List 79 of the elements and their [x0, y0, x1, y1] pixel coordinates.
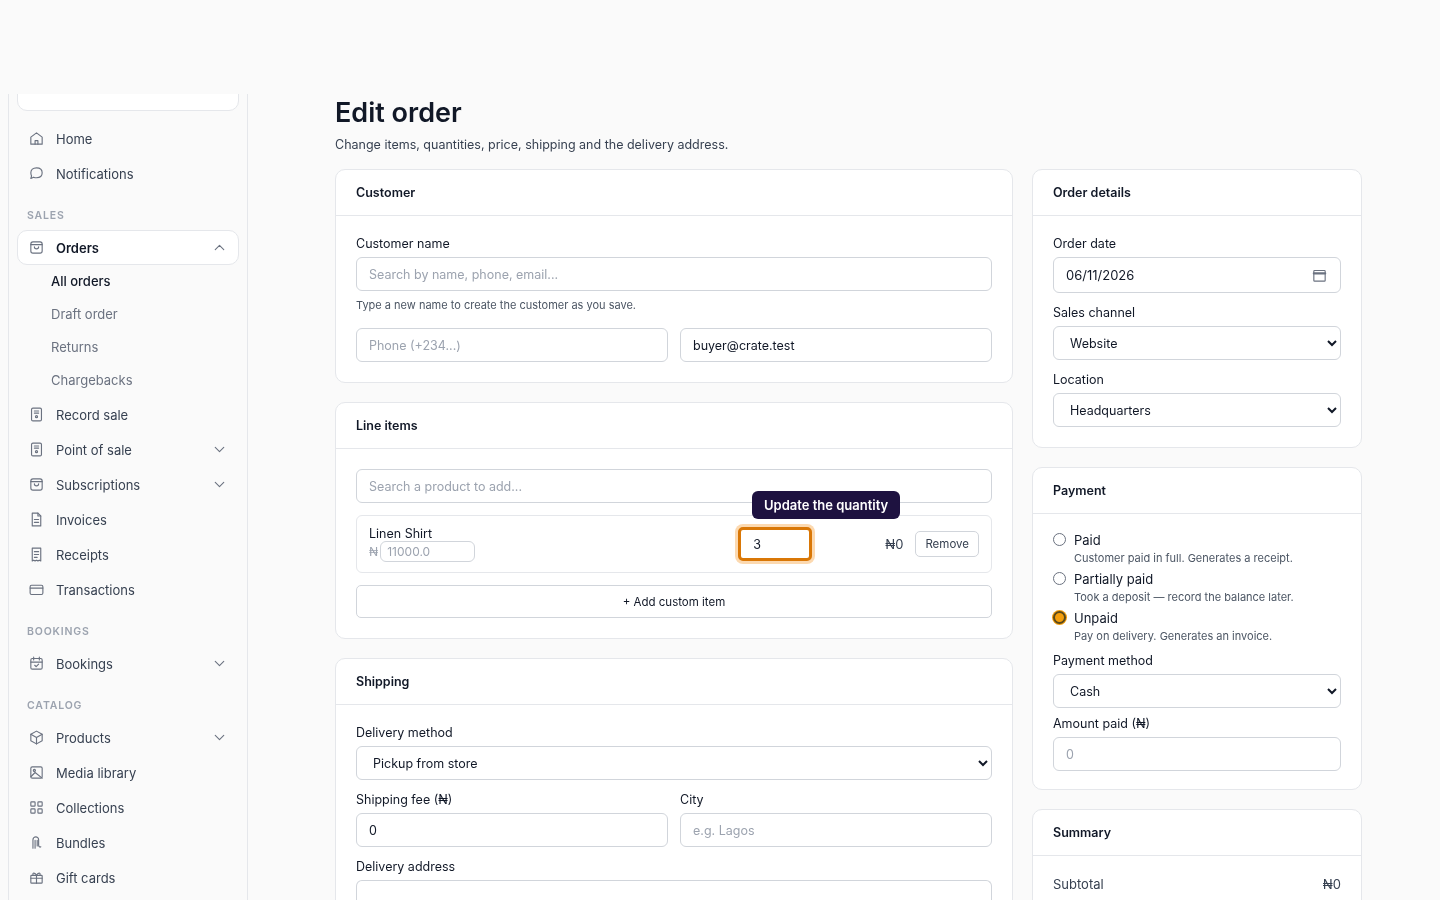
sidebar-item[interactable]: Bookings [17, 646, 239, 681]
summary-value: ₦0 [1322, 876, 1341, 892]
sidebar-item[interactable]: Receipts [17, 537, 239, 572]
card-title: Line items [336, 403, 1012, 449]
image-icon [28, 764, 45, 781]
option-label: Partially paid [1074, 571, 1155, 587]
dropdown[interactable]: Pickup from store [356, 746, 992, 780]
product-name: Linen Shirt [369, 526, 434, 541]
card-title: Order details [1033, 170, 1361, 216]
bag-icon [28, 476, 45, 493]
summary-label: Subtotal [1053, 876, 1104, 892]
sidebar-item[interactable]: Record sale [17, 397, 239, 432]
field-label: Location [1053, 372, 1105, 387]
field-label: Shipping fee (₦) [356, 792, 454, 807]
remove-button[interactable]: Remove [915, 531, 979, 557]
input-field[interactable]: 0 [1053, 737, 1341, 771]
field-hint: Type a new name to create the customer as you save. [356, 298, 638, 312]
line-total: ₦0 [885, 536, 904, 552]
grid-icon [28, 799, 45, 816]
field-label: Order date [1053, 236, 1118, 251]
quantity-field[interactable]: 3 [738, 527, 813, 561]
section-heading: CATALOG [26, 698, 84, 714]
sidebar-subitem[interactable]: Chargebacks [17, 364, 239, 397]
sidebar-item[interactable]: Orders [17, 230, 239, 265]
page-subtitle: Change items, quantities, price, shipping and the delivery address. [335, 137, 730, 152]
option-description: Customer paid in full. Generates a receipt. [1074, 551, 1293, 565]
price-field[interactable]: 11000.0 [380, 541, 476, 562]
field-label: City [680, 792, 705, 807]
input-field[interactable]: buyer@crate.test [680, 328, 992, 362]
sidebar-item[interactable]: Transactions [17, 572, 239, 607]
home-icon [28, 130, 45, 147]
field-label: Customer name [356, 236, 451, 251]
sidebar-item[interactable]: Subscriptions [17, 467, 239, 502]
input-field[interactable]: Phone (+234...) [356, 328, 668, 362]
page-title: Edit order [335, 96, 463, 129]
sidebar-item[interactable]: Media library [17, 755, 239, 790]
field-label: Delivery address [356, 859, 457, 874]
card-title: Customer [336, 170, 1012, 216]
card-title: Summary [1033, 810, 1361, 856]
sidebar-subitem[interactable]: Returns [17, 331, 239, 364]
calculator-icon [28, 406, 45, 423]
card-title: Payment [1033, 468, 1361, 514]
sidebar-subitem[interactable]: All orders [17, 265, 239, 298]
sidebar-item[interactable]: Notifications [17, 156, 239, 191]
currency-symbol: ₦ [369, 544, 379, 559]
option-label: Paid [1074, 532, 1102, 548]
sidebar-item[interactable]: Home [17, 121, 239, 156]
date-field[interactable]: 06/11/2026 [1053, 257, 1341, 293]
section-heading: SALES [26, 208, 66, 224]
dropdown[interactable]: Headquarters [1053, 393, 1341, 427]
dropdown[interactable]: Website [1053, 326, 1341, 360]
sidebar-item[interactable]: Point of sale [17, 432, 239, 467]
sidebar-item[interactable]: Invoices [17, 502, 239, 537]
field-label: Amount paid (₦) [1053, 716, 1152, 731]
search-field[interactable]: Search by name, phone, email... [356, 257, 992, 291]
tooltip: Update the quantity [752, 491, 901, 519]
radio-button[interactable] [1053, 611, 1066, 624]
option-description: Took a deposit — record the balance later. [1074, 590, 1294, 604]
card-title: Shipping [336, 659, 1012, 705]
sidebar-item[interactable]: Bundles [17, 825, 239, 860]
sidebar-item[interactable]: Collections [17, 790, 239, 825]
sidebar-item[interactable]: Gift cards [17, 860, 239, 895]
sidebar-item[interactable]: Products [17, 720, 239, 755]
dropdown[interactable]: Cash [1053, 674, 1341, 708]
chat-bubble-icon [28, 165, 45, 182]
field-label: Sales channel [1053, 305, 1137, 320]
option-label: Unpaid [1074, 610, 1119, 626]
section-heading: BOOKINGS [26, 624, 91, 640]
calendar-icon [28, 655, 45, 672]
sidebar-subitem[interactable]: Draft order [17, 298, 239, 331]
option-description: Pay on delivery. Generates an invoice. [1074, 629, 1273, 643]
add-custom-item-button[interactable]: + Add custom item [356, 585, 992, 618]
field-label: Delivery method [356, 725, 454, 740]
input-field[interactable]: 0 [356, 813, 668, 847]
input-field[interactable]: e.g. Lagos [680, 813, 992, 847]
calculator-icon [28, 441, 45, 458]
field-label: Payment method [1053, 653, 1154, 668]
cube-icon [28, 729, 45, 746]
bag-icon [28, 239, 45, 256]
